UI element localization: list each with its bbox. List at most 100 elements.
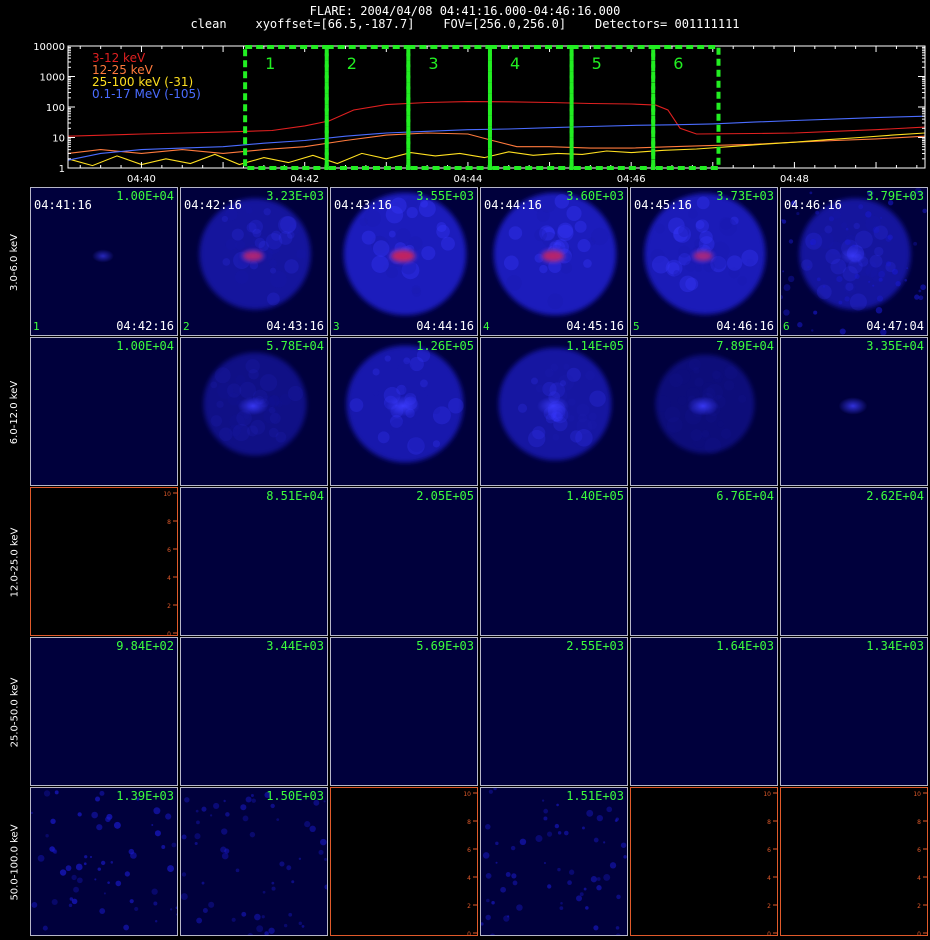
series-line-3 [67,132,926,167]
image-cell-r3-c5: 6.76E+04 [630,487,778,636]
energy-band-label-2: 6.0-12.0 keV [0,337,30,487]
emission-peak [391,250,415,262]
source-image [781,638,928,786]
y-tick-label-0: 1 [59,164,65,175]
image-cell-r5-c2: 1.50E+03 [180,787,328,936]
image-cell-r2-c1: 1.00E+04 [30,337,178,486]
energy-band-text: 3.0-6.0 keV [9,233,21,291]
image-cell-r4-c4: 2.55E+03 [480,637,628,786]
window-end-time: 04:45:16 [566,319,624,333]
empty-axis-tick-label: 0 [917,931,921,936]
image-cell-r4-c5: 1.64E+03 [630,637,778,786]
max-value-label: 1.39E+03 [116,789,174,803]
emission-peak [242,250,264,262]
source-image [31,638,178,786]
image-cell-r2-c5: 7.89E+04 [630,337,778,486]
max-value-label: 2.62E+04 [866,489,924,503]
x-tick-label-1: 04:42 [290,174,319,185]
empty-axis-tick-label: 4 [467,875,471,882]
empty-axis-tick-label: 2 [167,603,171,610]
emission-core [839,247,867,265]
energy-band-text: 12.0-25.0 keV [9,527,21,597]
series-line-2 [67,132,926,154]
max-value-label: 1.64E+03 [716,639,774,653]
image-cell-r3-c1: 0 2 4 6 8 10 [30,487,178,636]
window-end-time: 04:42:16 [116,319,174,333]
y-tick-label-1: 10 [52,134,65,145]
empty-axis-tick-label: 10 [913,791,921,798]
empty-axis-tick-label: 10 [763,791,771,798]
empty-axis-tick-label: 8 [467,819,471,826]
window-end-time: 04:47:04 [866,319,924,333]
energy-band-label-1: 3.0-6.0 keV [0,187,30,337]
empty-axes: 0 2 4 6 8 10 [463,791,477,935]
window-start-time: 04:45:16 [634,198,692,212]
empty-axis-tick-label: 10 [163,491,171,498]
image-cell-r1-c6: 3.79E+03 04:46:16 04:47:04 6 [780,187,928,336]
emission-core [386,395,420,417]
interval-label-6: 6 [673,54,683,73]
max-value-label: 8.51E+04 [266,489,324,503]
energy-band-label-4: 25.0-50.0 keV [0,637,30,787]
max-value-label: 3.73E+03 [716,189,774,203]
interval-box-5 [569,45,656,170]
max-value-label: 3.44E+03 [266,639,324,653]
max-value-label: 5.69E+03 [416,639,474,653]
max-value-label: 9.84E+02 [116,639,174,653]
series-line-1 [67,101,926,137]
source-image [31,790,177,931]
source-image [203,352,307,456]
x-tick-label-0: 04:40 [127,174,156,185]
empty-axis-tick-label: 2 [467,903,471,910]
max-value-label: 1.34E+03 [866,639,924,653]
y-tick-label-3: 1000 [40,73,65,84]
lightcurve-plot: 1 10 100 1000 10000 04:40 04:42 04:44 04:46 04:48… [33,42,926,185]
empty-axis-tick-label: 8 [917,819,921,826]
x-tick-label-4: 04:48 [780,174,809,185]
empty-axis-tick-label: 4 [167,575,171,582]
window-end-time: 04:44:16 [416,319,474,333]
image-cell-r3-c4: 1.40E+05 [480,487,628,636]
source-image [181,791,327,935]
max-value-label: 1.50E+03 [266,789,324,803]
interval-label-2: 2 [347,54,357,73]
max-value-label: 1.40E+05 [566,489,624,503]
interval-label-3: 3 [428,54,438,73]
emission-peak [541,250,565,262]
image-cell-r3-c2: 8.51E+04 [180,487,328,636]
empty-axes: 0 2 4 6 8 10 [763,791,777,936]
empty-axis-tick-label: 0 [767,931,771,936]
image-cell-r5-c4: 1.51E+03 [480,787,628,936]
max-value-label: 1.00E+04 [116,339,174,353]
x-tick-label-3: 04:46 [617,174,646,185]
image-cell-r1-c3: 3.55E+03 04:43:16 04:44:16 3 [330,187,478,336]
window-index: 6 [783,320,790,333]
empty-axes: 0 2 4 6 8 10 [913,791,927,936]
source-image [498,347,612,461]
image-cell-r4-c3: 5.69E+03 [330,637,478,786]
interval-label-4: 4 [510,54,520,73]
empty-axis-tick-label: 6 [467,847,471,854]
interval-label-5: 5 [592,54,602,73]
source-image [481,488,628,636]
window-end-time: 04:46:16 [716,319,774,333]
window-index: 5 [633,320,640,333]
window-end-time: 04:43:16 [266,319,324,333]
max-value-label: 3.79E+03 [866,189,924,203]
image-cell-r5-c5: 0 2 4 6 8 10 [630,787,778,936]
emission-core [687,396,719,416]
max-value-label: 6.76E+04 [716,489,774,503]
window-start-time: 04:46:16 [784,198,842,212]
empty-axis-tick-label: 2 [767,903,771,910]
image-cell-r2-c6: 3.35E+04 [780,337,928,486]
image-cell-r2-c2: 5.78E+04 [180,337,328,486]
interval-label-1: 1 [265,54,275,73]
image-cell-r4-c1: 9.84E+02 [30,637,178,786]
image-cell-r4-c6: 1.34E+03 [780,637,928,786]
energy-band-text: 6.0-12.0 keV [9,380,21,444]
image-cell-r2-c4: 1.14E+05 [480,337,628,486]
interval-box-3 [406,45,492,170]
empty-axis-tick-label: 6 [917,847,921,854]
max-value-label: 5.78E+04 [266,339,324,353]
source-image [781,488,928,636]
